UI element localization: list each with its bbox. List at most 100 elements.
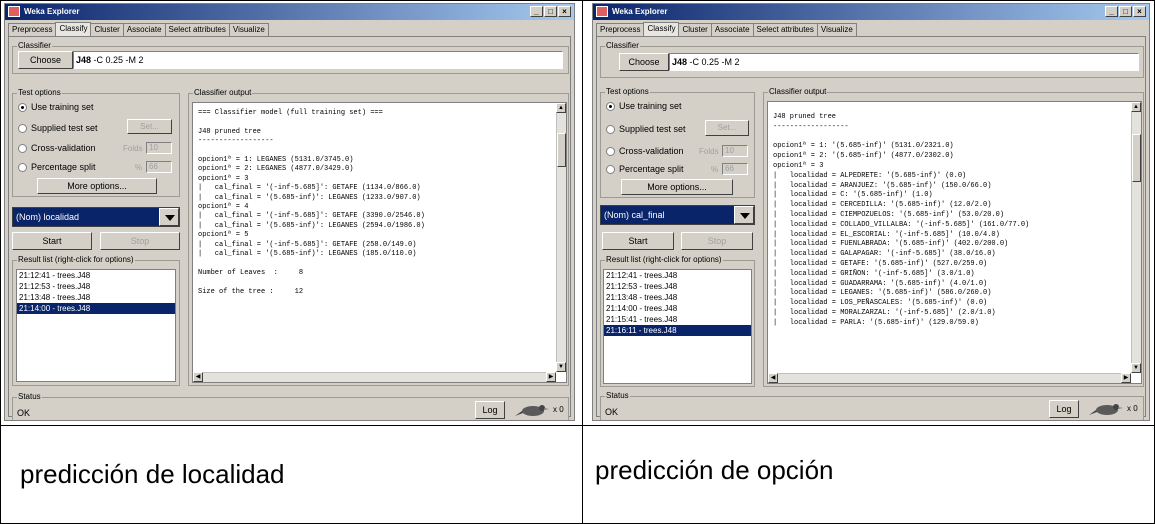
percent-label: % xyxy=(135,163,143,172)
chevron-down-icon[interactable] xyxy=(734,206,754,224)
class-attribute-value: (Nom) localidad xyxy=(16,212,80,222)
output-line: | localidad = ALPEDRETE: '(5.685-inf)' (… xyxy=(773,171,967,180)
radio-unchecked-icon xyxy=(18,124,27,133)
result-item[interactable]: 21:13:48 - trees.J48 xyxy=(17,292,175,303)
vertical-scrollbar[interactable]: ▲ ▼ xyxy=(1131,102,1141,373)
output-line: | localidad = LEGANES: '(5.685-inf)' (58… xyxy=(773,289,992,298)
horizontal-scrollbar[interactable]: ◀ ▶ xyxy=(768,373,1131,383)
result-item[interactable]: 21:12:41 - trees.J48 xyxy=(17,270,175,281)
more-options-button[interactable]: More options... xyxy=(621,179,733,195)
start-button[interactable]: Start xyxy=(602,232,674,250)
scroll-down-icon[interactable]: ▼ xyxy=(1131,363,1141,373)
result-item[interactable]: 21:12:53 - trees.J48 xyxy=(604,281,751,292)
classifier-output-text[interactable]: === Classifier model (full training set)… xyxy=(192,102,567,383)
result-list[interactable]: 21:12:41 - trees.J48 21:12:53 - trees.J4… xyxy=(603,269,752,384)
tab-select-attributes[interactable]: Select attributes xyxy=(164,23,230,36)
output-line: | cal_final = '(-inf-5.685]': GETAFE (25… xyxy=(198,240,417,249)
more-options-button[interactable]: More options... xyxy=(37,178,157,194)
stop-button[interactable]: Stop xyxy=(100,232,180,250)
scroll-thumb[interactable] xyxy=(557,133,566,167)
result-item-selected[interactable]: 21:16:11 - trees.J48 xyxy=(604,325,751,336)
classifier-args: -C 0.25 -M 2 xyxy=(93,55,144,65)
output-line: opcion1ª = 5 xyxy=(198,231,249,240)
classifier-group-label: Classifier xyxy=(605,41,640,51)
classifier-spec-field[interactable]: J48 -C 0.25 -M 2 xyxy=(73,51,563,69)
folds-field[interactable]: 10 xyxy=(722,145,748,157)
classifier-output-label: Classifier output xyxy=(768,87,828,97)
result-item[interactable]: 21:12:53 - trees.J48 xyxy=(17,281,175,292)
scroll-up-icon[interactable]: ▲ xyxy=(1131,102,1141,112)
tab-cluster[interactable]: Cluster xyxy=(90,23,124,36)
percent-field[interactable]: 66 xyxy=(722,163,748,175)
output-line: Number of Leaves : 8 xyxy=(198,268,304,277)
minimize-icon[interactable]: _ xyxy=(530,6,543,17)
tab-classify[interactable]: Classify xyxy=(55,22,92,36)
result-item[interactable]: 21:12:41 - trees.J48 xyxy=(604,270,751,281)
output-line: opcion1ª = 3 xyxy=(198,174,249,183)
close-icon[interactable]: × xyxy=(558,6,571,17)
start-button[interactable]: Start xyxy=(12,232,92,250)
status-text: OK xyxy=(17,408,31,418)
weka-explorer-window-left: Weka Explorer _ □ × Preprocess Classify … xyxy=(4,3,575,421)
output-line: | localidad = PARLA: '(5.685-inf)' (129.… xyxy=(773,318,979,327)
maximize-icon[interactable]: □ xyxy=(1119,6,1132,17)
cross-validation-label: Cross-validation xyxy=(31,143,96,153)
scroll-right-icon[interactable]: ▶ xyxy=(546,372,556,382)
percent-field[interactable]: 66 xyxy=(146,161,172,173)
scroll-down-icon[interactable]: ▼ xyxy=(556,362,566,372)
stop-button[interactable]: Stop xyxy=(681,232,753,250)
result-item[interactable]: 21:14:00 - trees.J48 xyxy=(604,303,751,314)
title-bar[interactable]: Weka Explorer _ □ × xyxy=(593,4,1149,20)
log-button[interactable]: Log xyxy=(475,401,505,419)
output-line: === Classifier model (full training set)… xyxy=(198,109,383,117)
scroll-right-icon[interactable]: ▶ xyxy=(1121,373,1131,383)
status-group: Status OK Log x 0 xyxy=(600,391,1144,420)
minimize-icon[interactable]: _ xyxy=(1105,6,1118,17)
close-icon[interactable]: × xyxy=(1133,6,1146,17)
classifier-output-text[interactable]: J48 pruned tree ------------------ opcion… xyxy=(767,101,1142,384)
maximize-icon[interactable]: □ xyxy=(544,6,557,17)
choose-button[interactable]: Choose xyxy=(18,51,73,69)
folds-field[interactable]: 10 xyxy=(146,142,172,154)
weka-bird-icon xyxy=(515,405,549,416)
tab-associate[interactable]: Associate xyxy=(710,23,754,36)
tab-bar: Preprocess Classify Cluster Associate Se… xyxy=(596,22,857,36)
tab-visualize[interactable]: Visualize xyxy=(228,23,269,36)
tab-preprocess[interactable]: Preprocess xyxy=(596,23,645,36)
class-attribute-select[interactable]: (Nom) localidad xyxy=(12,207,180,227)
log-button[interactable]: Log xyxy=(1049,400,1079,418)
class-attribute-select[interactable]: (Nom) cal_final xyxy=(600,205,755,225)
result-item[interactable]: 21:13:48 - trees.J48 xyxy=(604,292,751,303)
output-line: | localidad = GUADARRAMA: '(5.685-inf)' … xyxy=(773,279,988,288)
output-line: | cal_final = '(5.685-inf)': LEGANES (12… xyxy=(198,193,421,202)
result-item-selected[interactable]: 21:14:00 - trees.J48 xyxy=(17,303,175,314)
classifier-spec-field[interactable]: J48 -C 0.25 -M 2 xyxy=(669,53,1139,71)
tab-associate[interactable]: Associate xyxy=(122,23,166,36)
scroll-thumb[interactable] xyxy=(1132,134,1141,182)
classifier-name: J48 xyxy=(76,55,92,65)
choose-button[interactable]: Choose xyxy=(619,53,669,71)
folds-label: Folds xyxy=(123,144,143,153)
result-list[interactable]: 21:12:41 - trees.J48 21:12:53 - trees.J4… xyxy=(16,269,176,382)
tab-preprocess[interactable]: Preprocess xyxy=(8,23,57,36)
row-divider xyxy=(0,425,1155,426)
window-title: Weka Explorer xyxy=(612,7,668,16)
scroll-left-icon[interactable]: ◀ xyxy=(768,373,778,383)
tab-cluster[interactable]: Cluster xyxy=(678,23,712,36)
tab-visualize[interactable]: Visualize xyxy=(816,23,857,36)
chevron-down-icon[interactable] xyxy=(159,208,179,226)
set-button[interactable]: Set... xyxy=(127,119,172,134)
set-button[interactable]: Set... xyxy=(705,120,749,136)
scroll-left-icon[interactable]: ◀ xyxy=(193,372,203,382)
result-item[interactable]: 21:15:41 - trees.J48 xyxy=(604,314,751,325)
title-bar[interactable]: Weka Explorer _ □ × xyxy=(5,4,574,20)
tab-select-attributes[interactable]: Select attributes xyxy=(752,23,818,36)
vertical-scrollbar[interactable]: ▲ ▼ xyxy=(556,103,566,372)
supplied-test-set-label: Supplied test set xyxy=(619,124,686,134)
classifier-output-group: Classifier output J48 pruned tree -------… xyxy=(763,87,1144,387)
horizontal-scrollbar[interactable]: ◀ ▶ xyxy=(193,372,556,382)
scroll-up-icon[interactable]: ▲ xyxy=(556,103,566,113)
output-line: | localidad = GETAFE: '(5.685-inf)' (527… xyxy=(773,259,988,268)
tab-classify[interactable]: Classify xyxy=(643,22,680,36)
